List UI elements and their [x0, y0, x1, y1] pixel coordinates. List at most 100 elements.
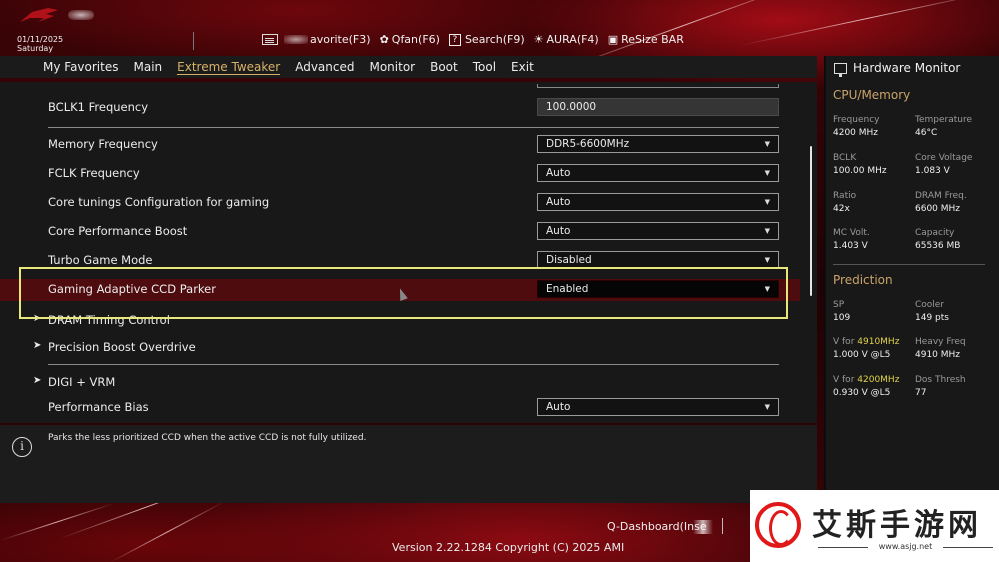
tab-monitor[interactable]: Monitor [369, 60, 415, 74]
setting-row-turbo-game-mode[interactable]: Turbo Game Mode Disabled ▼ [0, 250, 800, 272]
stat-dram-freq: DRAM Freq. 6600 MHz [915, 190, 967, 216]
hotkey-label: ReSize BAR [621, 33, 684, 46]
hotkey-aura[interactable]: ☀ AURA(F4) [534, 33, 599, 46]
stat-key: Cooler [915, 300, 945, 310]
header-divider [193, 32, 194, 50]
footer-divider [722, 518, 723, 534]
select-value: Auto [546, 167, 571, 179]
core-tunings-select[interactable]: Auto ▼ [537, 193, 779, 211]
q-dashboard-button[interactable]: Q-Dashboard(Inse [607, 520, 707, 533]
submenu-precision-boost-overdrive[interactable]: ➤ Precision Boost Overdrive [0, 337, 800, 359]
rog-logo [20, 8, 58, 22]
hardware-monitor-header: Hardware Monitor [834, 61, 961, 77]
submenu-dram-timing-control[interactable]: ➤ DRAM Timing Control [0, 310, 800, 332]
help-text: Parks the less prioritized CCD when the … [48, 433, 367, 443]
stat-value: 42x [833, 204, 850, 214]
stat-key: DRAM Freq. [915, 191, 967, 201]
setting-label: Precision Boost Overdrive [48, 340, 196, 354]
tab-my-favorites[interactable]: My Favorites [43, 60, 118, 74]
select-value: Auto [546, 196, 571, 208]
tab-boot[interactable]: Boot [430, 60, 458, 74]
help-panel: i Parks the less prioritized CCD when th… [0, 425, 817, 503]
stat-key: V for 4910MHz [833, 336, 899, 349]
turbo-game-mode-select[interactable]: Disabled ▼ [537, 251, 779, 269]
submenu-arrow-icon: ➤ [33, 375, 42, 386]
section-divider [48, 364, 779, 365]
bclk1-frequency-input[interactable]: 100.0000 [537, 98, 779, 116]
watermark-url: www.asjg.net [818, 542, 993, 551]
stat-key-prefix: V for [833, 337, 858, 347]
setting-row-core-performance-boost[interactable]: Core Performance Boost Auto ▼ [0, 221, 800, 243]
tab-main[interactable]: Main [133, 60, 162, 74]
submenu-digi-vrm[interactable]: ➤ DIGI + VRM [0, 372, 800, 394]
stat-sp: SP 109 [833, 299, 850, 325]
gaming-adaptive-ccd-parker-select[interactable]: Enabled ▼ [537, 280, 779, 298]
resize-bar-icon: ▣ [607, 33, 619, 46]
stat-key: Core Voltage [915, 153, 973, 163]
section-divider [48, 127, 779, 128]
date-display: 01/11/2025 Saturday [17, 35, 63, 53]
hotkey-my-favorite[interactable]: avorite(F3) [262, 33, 371, 46]
setting-row-core-tunings[interactable]: Core tunings Configuration for gaming Au… [0, 192, 800, 214]
tab-extreme-tweaker[interactable]: Extreme Tweaker [177, 60, 281, 75]
stat-value: 6600 MHz [915, 204, 961, 214]
stat-value: 149 pts [915, 313, 949, 323]
bios-title-blurred [68, 10, 94, 20]
setting-row-memory-frequency[interactable]: Memory Frequency DDR5-6600MHz ▼ [0, 134, 800, 156]
scrollbar[interactable] [810, 146, 812, 296]
hotkey-resize-bar[interactable]: ▣ ReSize BAR [608, 33, 684, 46]
stat-heavy-freq: Heavy Freq 4910 MHz [915, 336, 966, 362]
submenu-arrow-icon: ➤ [33, 313, 42, 324]
stat-key: MC Volt. [833, 228, 870, 238]
stat-value: 46°C [915, 128, 938, 138]
memory-frequency-select[interactable]: DDR5-6600MHz ▼ [537, 135, 779, 153]
hotkey-label: Search(F9) [464, 33, 525, 46]
performance-bias-select[interactable]: Auto ▼ [537, 398, 779, 416]
watermark-logo-icon [755, 502, 801, 548]
stat-value: 65536 MB [915, 241, 961, 251]
decor-streak [109, 501, 226, 562]
hotkey-bar: avorite(F3) ✿ Qfan(F6) ? Search(F9) ☀ AU… [262, 33, 693, 46]
select-value: DDR5-6600MHz [546, 138, 630, 150]
core-performance-boost-select[interactable]: Auto ▼ [537, 222, 779, 240]
hardware-monitor-title: Hardware Monitor [853, 61, 961, 75]
stat-key: Dos Thresh [915, 375, 966, 385]
setting-label: Memory Frequency [48, 137, 158, 151]
fclk-frequency-select[interactable]: Auto ▼ [537, 164, 779, 182]
setting-label: DIGI + VRM [48, 375, 116, 389]
weekday: Saturday [17, 44, 54, 53]
setting-label: Performance Bias [48, 400, 149, 414]
fan-icon: ✿ [379, 33, 389, 46]
main-menu: My Favorites Main Extreme Tweaker Advanc… [0, 56, 817, 78]
stat-dos-thresh: Dos Thresh 77 [915, 374, 966, 400]
stat-key: Frequency [833, 115, 880, 125]
decor-streak [739, 0, 995, 46]
setting-label: Core tunings Configuration for gaming [48, 195, 270, 209]
hotkey-search[interactable]: ? Search(F9) [448, 33, 525, 46]
decor-streak [0, 502, 115, 541]
stat-value: 0.930 V @L5 [833, 388, 891, 398]
dropdown-caret-icon: ▼ [764, 227, 770, 235]
stat-key-frequency: 4200MHz [857, 375, 900, 385]
tab-exit[interactable]: Exit [511, 60, 534, 74]
blurred-region [693, 520, 713, 534]
setting-row-fclk-frequency[interactable]: FCLK Frequency Auto ▼ [0, 163, 800, 185]
previous-field-edge [537, 84, 779, 88]
tab-advanced[interactable]: Advanced [295, 60, 354, 74]
hotkey-qfan[interactable]: ✿ Qfan(F6) [380, 33, 440, 46]
search-help-icon: ? [448, 33, 461, 46]
tab-tool[interactable]: Tool [473, 60, 496, 74]
stat-value: 1.403 V [833, 241, 868, 251]
setting-label: FCLK Frequency [48, 166, 140, 180]
select-value: Disabled [546, 254, 592, 266]
favorites-icon [262, 34, 278, 45]
stat-key: Ratio [833, 191, 857, 201]
stat-cooler: Cooler 149 pts [915, 299, 949, 325]
setting-label: Turbo Game Mode [48, 253, 153, 267]
setting-row-performance-bias[interactable]: Performance Bias Auto ▼ [0, 397, 800, 419]
dropdown-caret-icon: ▼ [764, 256, 770, 264]
version-text: Version 2.22.1284 Copyright (C) 2025 AMI [392, 541, 625, 554]
setting-row-bclk1-frequency[interactable]: BCLK1 Frequency 100.0000 [0, 97, 800, 119]
stat-key: BCLK [833, 153, 857, 163]
stat-v-for-4200: V for 4200MHz 0.930 V @L5 [833, 374, 899, 400]
